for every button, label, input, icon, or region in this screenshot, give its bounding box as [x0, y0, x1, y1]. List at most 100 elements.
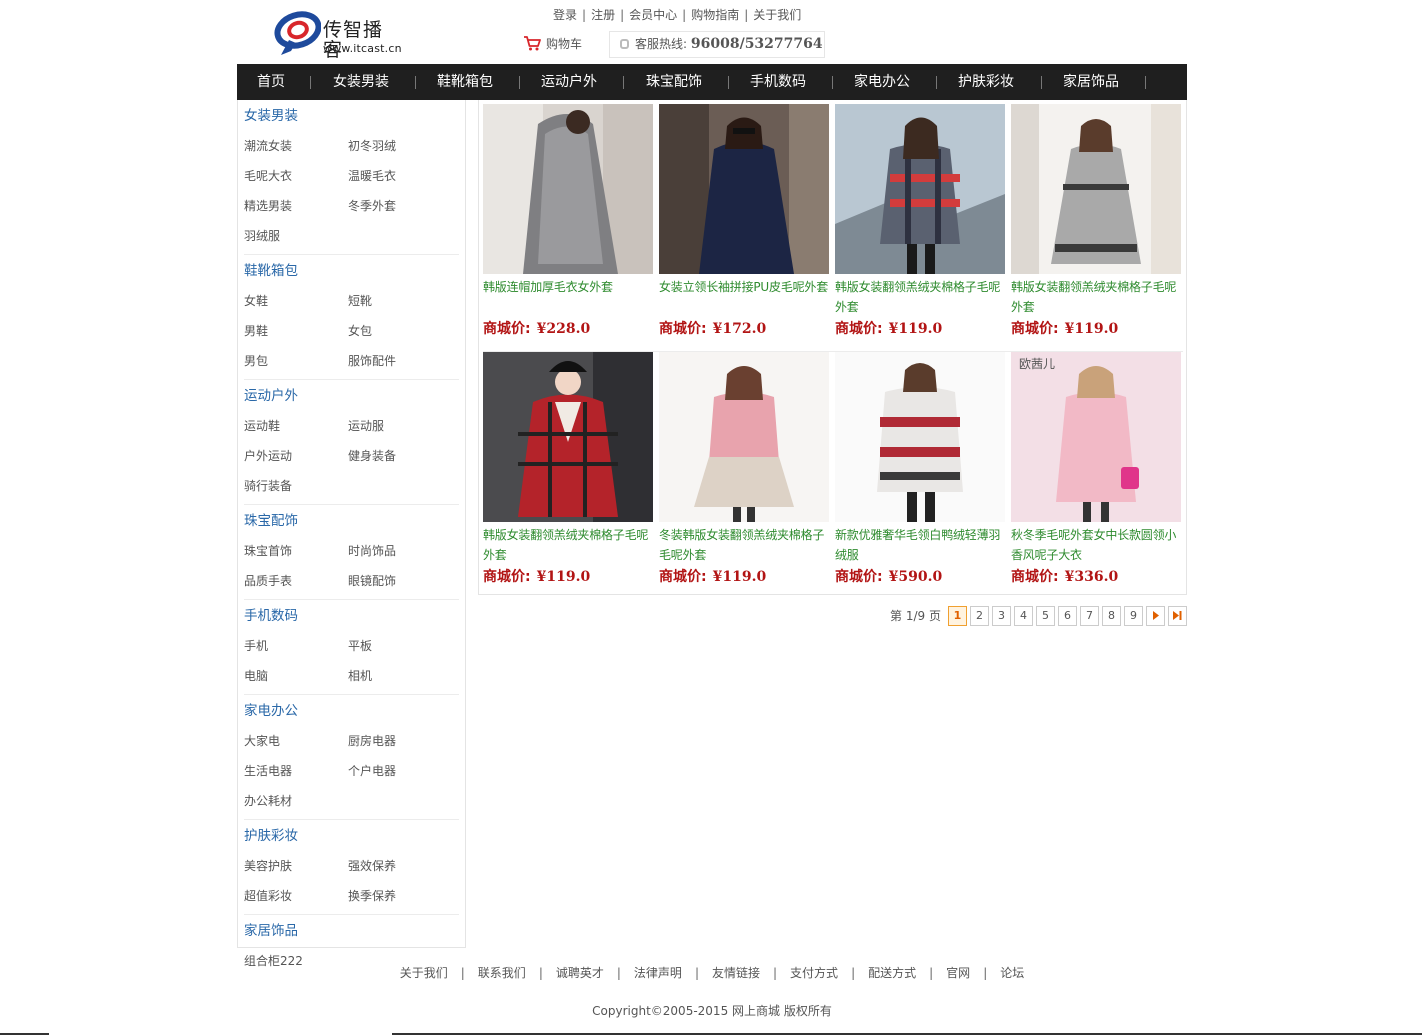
about-us-link[interactable]: 关于我们: [753, 8, 801, 22]
category-link[interactable]: 平板: [348, 631, 452, 661]
product-card[interactable]: 冬装韩版女装翻领羔绒夹棉格子毛呢外套 商城价: ¥119.0: [659, 352, 829, 585]
product-title[interactable]: 韩版女装翻领羔绒夹棉格子毛呢外套: [483, 525, 653, 565]
product-title[interactable]: 新款优雅奢华毛领白鸭绒轻薄羽绒服: [835, 525, 1005, 565]
product-image[interactable]: [483, 352, 653, 522]
page-button[interactable]: 7: [1080, 606, 1099, 626]
footer-link[interactable]: 论坛: [1000, 966, 1024, 980]
footer-link[interactable]: 诚聘英才: [556, 966, 604, 980]
category-link[interactable]: 运动鞋: [244, 411, 348, 441]
login-link[interactable]: 登录: [553, 8, 577, 22]
product-card[interactable]: 韩版女装翻领羔绒夹棉格子毛呢外套 商城价: ¥119.0: [835, 104, 1005, 337]
category-link[interactable]: 短靴: [348, 286, 452, 316]
product-image[interactable]: [483, 104, 653, 274]
footer-link[interactable]: 支付方式: [790, 966, 838, 980]
category-link[interactable]: 潮流女装: [244, 131, 348, 161]
product-card[interactable]: 新款优雅奢华毛领白鸭绒轻薄羽绒服 商城价: ¥590.0: [835, 352, 1005, 585]
category-link[interactable]: 运动服: [348, 411, 452, 441]
category-link[interactable]: 超值彩妆: [244, 881, 348, 911]
category-link[interactable]: 温暖毛衣: [348, 161, 452, 191]
category-link[interactable]: 初冬羽绒: [348, 131, 452, 161]
category-link[interactable]: 骑行装备: [244, 471, 348, 501]
category-link[interactable]: 相机: [348, 661, 452, 691]
register-link[interactable]: 注册: [591, 8, 615, 22]
nav-item-jewelry[interactable]: 珠宝配饰: [646, 64, 702, 100]
category-link[interactable]: 电脑: [244, 661, 348, 691]
product-image[interactable]: [659, 104, 829, 274]
page-button[interactable]: 3: [992, 606, 1011, 626]
page-button[interactable]: 2: [970, 606, 989, 626]
nav-item-cosmetics[interactable]: 护肤彩妆: [958, 64, 1014, 100]
site-logo[interactable]: 传智播客 www.itcast.cn: [271, 10, 402, 60]
category-link[interactable]: 生活电器: [244, 756, 348, 786]
category-link[interactable]: 品质手表: [244, 566, 348, 596]
category-title[interactable]: 手机数码: [244, 600, 459, 631]
nav-item-home-decor[interactable]: 家居饰品: [1063, 64, 1119, 100]
nav-item-sports[interactable]: 运动户外: [541, 64, 597, 100]
page-button-current[interactable]: 1: [948, 606, 967, 626]
category-title[interactable]: 女装男装: [244, 100, 459, 131]
nav-item-shoes-bags[interactable]: 鞋靴箱包: [437, 64, 493, 100]
category-link[interactable]: 健身装备: [348, 441, 452, 471]
product-image[interactable]: [835, 352, 1005, 522]
cart-link[interactable]: 购物车: [523, 36, 582, 52]
category-link[interactable]: 换季保养: [348, 881, 452, 911]
category-link[interactable]: 手机: [244, 631, 348, 661]
category-link[interactable]: 精选男装: [244, 191, 348, 221]
category-link[interactable]: 个户电器: [348, 756, 452, 786]
page-button[interactable]: 4: [1014, 606, 1033, 626]
footer-link[interactable]: 联系我们: [478, 966, 526, 980]
product-image[interactable]: [1011, 104, 1181, 274]
product-image[interactable]: [835, 104, 1005, 274]
product-image[interactable]: [659, 352, 829, 522]
product-card[interactable]: 韩版女装翻领羔绒夹棉格子毛呢外套 商城价: ¥119.0: [1011, 104, 1181, 337]
product-title[interactable]: 女装立领长袖拼接PU皮毛呢外套: [659, 277, 829, 317]
product-title[interactable]: 韩版连帽加厚毛衣女外套: [483, 277, 653, 317]
product-card[interactable]: 女装立领长袖拼接PU皮毛呢外套 商城价: ¥172.0: [659, 104, 829, 337]
footer-link[interactable]: 法律声明: [634, 966, 682, 980]
category-link[interactable]: 厨房电器: [348, 726, 452, 756]
page-button[interactable]: 8: [1102, 606, 1121, 626]
footer-link[interactable]: 配送方式: [868, 966, 916, 980]
category-link[interactable]: 时尚饰品: [348, 536, 452, 566]
page-button[interactable]: 5: [1036, 606, 1055, 626]
category-link[interactable]: 女鞋: [244, 286, 348, 316]
category-link[interactable]: 服饰配件: [348, 346, 452, 376]
category-link[interactable]: 女包: [348, 316, 452, 346]
category-title[interactable]: 运动户外: [244, 380, 459, 411]
footer-link[interactable]: 友情链接: [712, 966, 760, 980]
category-title[interactable]: 珠宝配饰: [244, 505, 459, 536]
category-link[interactable]: 男鞋: [244, 316, 348, 346]
footer-link[interactable]: 官网: [946, 966, 970, 980]
category-link[interactable]: 大家电: [244, 726, 348, 756]
product-title[interactable]: 冬装韩版女装翻领羔绒夹棉格子毛呢外套: [659, 525, 829, 565]
product-card[interactable]: 欧茜儿 秋冬季毛呢外套女中长款圆领小香风呢子大衣 商城价: ¥336.0: [1011, 352, 1181, 585]
member-center-link[interactable]: 会员中心: [629, 8, 677, 22]
category-link[interactable]: 毛呢大衣: [244, 161, 348, 191]
product-card[interactable]: 韩版女装翻领羔绒夹棉格子毛呢外套 商城价: ¥119.0: [483, 352, 653, 585]
category-link[interactable]: 羽绒服: [244, 221, 348, 251]
product-title[interactable]: 韩版女装翻领羔绒夹棉格子毛呢外套: [1011, 277, 1181, 317]
nav-item-clothing[interactable]: 女装男装: [333, 64, 389, 100]
nav-item-home[interactable]: 首页: [257, 64, 285, 100]
category-link[interactable]: 办公耗材: [244, 786, 348, 816]
next-page-button[interactable]: [1146, 606, 1165, 626]
page-button[interactable]: 6: [1058, 606, 1077, 626]
page-button[interactable]: 9: [1124, 606, 1143, 626]
product-image[interactable]: 欧茜儿: [1011, 352, 1181, 522]
shopping-guide-link[interactable]: 购物指南: [691, 8, 739, 22]
category-link[interactable]: 男包: [244, 346, 348, 376]
nav-item-appliances[interactable]: 家电办公: [854, 64, 910, 100]
category-link[interactable]: 强效保养: [348, 851, 452, 881]
category-title[interactable]: 鞋靴箱包: [244, 255, 459, 286]
category-link[interactable]: 眼镜配饰: [348, 566, 452, 596]
category-link[interactable]: 冬季外套: [348, 191, 452, 221]
category-link[interactable]: 户外运动: [244, 441, 348, 471]
product-title[interactable]: 韩版女装翻领羔绒夹棉格子毛呢外套: [835, 277, 1005, 317]
category-title[interactable]: 家居饰品: [244, 915, 459, 946]
category-title[interactable]: 护肤彩妆: [244, 820, 459, 851]
category-title[interactable]: 家电办公: [244, 695, 459, 726]
category-link[interactable]: 美容护肤: [244, 851, 348, 881]
nav-item-digital[interactable]: 手机数码: [750, 64, 806, 100]
product-card[interactable]: 韩版连帽加厚毛衣女外套 商城价: ¥228.0: [483, 104, 653, 337]
last-page-button[interactable]: [1168, 606, 1187, 626]
